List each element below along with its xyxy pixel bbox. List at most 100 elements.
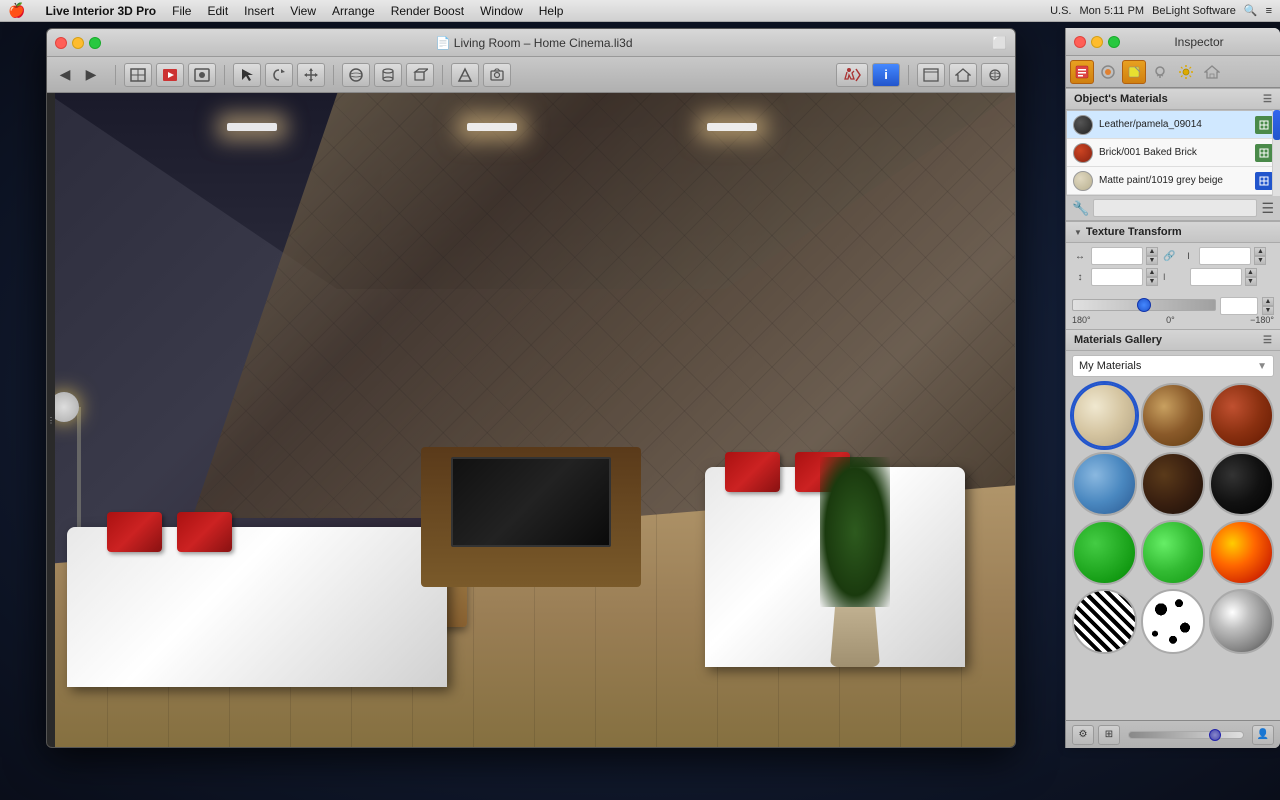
gallery-item-chrome[interactable] <box>1209 589 1274 654</box>
walk-btn[interactable] <box>836 63 868 87</box>
menu-render[interactable]: Render Boost <box>391 4 464 18</box>
tab-materials[interactable] <box>1096 60 1120 84</box>
bottom-slider[interactable] <box>1128 731 1244 739</box>
texture-transform-label: Texture Transform <box>1086 226 1182 238</box>
material-item-brick[interactable]: Brick/001 Baked Brick <box>1067 139 1279 167</box>
inspector-content: Object's Materials ☰ Leather/pamela_0901… <box>1066 88 1280 720</box>
separator-5 <box>908 65 909 85</box>
viewport[interactable]: ⋮ <box>47 93 1015 747</box>
sphere-btn[interactable] <box>342 63 370 87</box>
material-item-matte[interactable]: Matte paint/1019 grey beige <box>1067 167 1279 195</box>
width-icon: ↔ <box>1072 251 1088 262</box>
texture-offset-y-input[interactable]: 0.00 <box>1190 268 1242 286</box>
leather-action[interactable] <box>1255 116 1273 134</box>
menu-edit[interactable]: Edit <box>207 4 228 18</box>
gallery-menu-icon[interactable]: ☰ <box>1263 335 1272 346</box>
move-btn[interactable] <box>297 63 325 87</box>
perspective-btn[interactable] <box>981 63 1009 87</box>
offset-y-up[interactable]: ▲ <box>1245 268 1257 277</box>
texture-btn[interactable] <box>451 63 479 87</box>
app-name[interactable]: Live Interior 3D Pro <box>45 4 156 18</box>
tab-paint[interactable] <box>1122 60 1146 84</box>
texture-height-input[interactable]: 2.56 <box>1199 247 1251 265</box>
angle-input[interactable]: 0° <box>1220 297 1258 315</box>
menu-file[interactable]: File <box>172 4 191 18</box>
gallery-item-dalmatian[interactable] <box>1141 589 1206 654</box>
texture-offset-x-input[interactable]: 0.00 <box>1091 268 1143 286</box>
tab-house[interactable] <box>1200 60 1224 84</box>
minimize-button[interactable] <box>72 37 84 49</box>
menu-arrange[interactable]: Arrange <box>332 4 375 18</box>
maximize-button[interactable] <box>89 37 101 49</box>
search-icon[interactable]: 🔍 <box>1244 4 1258 17</box>
offset-x-down[interactable]: ▼ <box>1146 277 1158 286</box>
inspector-minimize[interactable] <box>1091 36 1103 48</box>
gallery-item-dark[interactable] <box>1209 452 1274 517</box>
gallery-item-green1[interactable] <box>1072 520 1137 585</box>
menu-bars-icon[interactable]: ≡ <box>1266 5 1272 17</box>
menu-view[interactable]: View <box>290 4 316 18</box>
tab-lighting[interactable] <box>1148 60 1172 84</box>
gallery-item-water[interactable] <box>1072 452 1137 517</box>
close-button[interactable] <box>55 37 67 49</box>
angle-slider-thumb[interactable] <box>1137 298 1151 312</box>
apple-menu[interactable]: 🍎 <box>8 2 25 19</box>
gallery-item-wood[interactable] <box>1141 383 1206 448</box>
width-down[interactable]: ▼ <box>1146 256 1158 265</box>
view-btn[interactable] <box>188 63 216 87</box>
menu-help[interactable]: Help <box>539 4 564 18</box>
offset-x-up[interactable]: ▲ <box>1146 268 1158 277</box>
height-up[interactable]: ▲ <box>1254 247 1266 256</box>
render-btn[interactable] <box>156 63 184 87</box>
width-up[interactable]: ▲ <box>1146 247 1158 256</box>
forward-button[interactable]: ▶ <box>79 63 103 87</box>
cylinder-btn[interactable] <box>374 63 402 87</box>
info-btn[interactable]: i <box>872 63 900 87</box>
link-icon[interactable]: 🔗 <box>1163 251 1175 262</box>
rotate-btn[interactable] <box>265 63 293 87</box>
angle-slider-track[interactable] <box>1072 299 1216 311</box>
box-btn[interactable] <box>406 63 434 87</box>
angle-up[interactable]: ▲ <box>1262 297 1274 306</box>
dropper-field[interactable] <box>1093 199 1257 217</box>
camera-btn[interactable] <box>483 63 511 87</box>
floor-plan-btn[interactable] <box>124 63 152 87</box>
materials-scrollbar-thumb[interactable] <box>1273 110 1280 140</box>
menu-insert[interactable]: Insert <box>244 4 274 18</box>
brick-action[interactable] <box>1255 144 1273 162</box>
texture-arrow[interactable]: ▼ <box>1074 228 1082 237</box>
gallery-item-green2[interactable] <box>1141 520 1206 585</box>
add-btn[interactable]: ⊞ <box>1098 725 1120 745</box>
dropper-icon[interactable]: 🔧 <box>1072 200 1089 217</box>
materials-menu-icon[interactable]: ☰ <box>1263 94 1272 105</box>
gallery-item-beige[interactable] <box>1072 383 1137 448</box>
gallery-item-brick[interactable] <box>1209 383 1274 448</box>
zoom-icon[interactable]: ⬜ <box>992 36 1007 50</box>
home-btn[interactable] <box>949 63 977 87</box>
angle-max-label: −180° <box>1250 315 1274 325</box>
offset-y-down[interactable]: ▼ <box>1245 277 1257 286</box>
height-down[interactable]: ▼ <box>1254 256 1266 265</box>
settings-btn[interactable]: ⚙ <box>1072 725 1094 745</box>
dropper-menu-icon[interactable]: ☰ <box>1261 200 1274 217</box>
select-btn[interactable] <box>233 63 261 87</box>
pillow-2 <box>177 512 232 552</box>
inspector-close[interactable] <box>1074 36 1086 48</box>
tab-sun[interactable] <box>1174 60 1198 84</box>
material-item-leather[interactable]: Leather/pamela_09014 <box>1067 111 1279 139</box>
window-btn[interactable] <box>917 63 945 87</box>
person-btn[interactable]: 👤 <box>1252 725 1274 745</box>
inspector-expand[interactable] <box>1108 36 1120 48</box>
gallery-item-zebra[interactable] <box>1072 589 1137 654</box>
width-stepper: ▲ ▼ <box>1146 247 1158 265</box>
angle-down[interactable]: ▼ <box>1262 306 1274 315</box>
gallery-item-fire[interactable] <box>1209 520 1274 585</box>
gallery-item-dark-wood[interactable] <box>1141 452 1206 517</box>
tab-objects[interactable] <box>1070 60 1094 84</box>
matte-action[interactable] <box>1255 172 1273 190</box>
gallery-dropdown[interactable]: My Materials ▼ <box>1072 355 1274 377</box>
bottom-slider-thumb[interactable] <box>1209 729 1221 741</box>
texture-width-input[interactable]: 2.56 <box>1091 247 1143 265</box>
back-button[interactable]: ◀ <box>53 63 77 87</box>
menu-window[interactable]: Window <box>480 4 523 18</box>
